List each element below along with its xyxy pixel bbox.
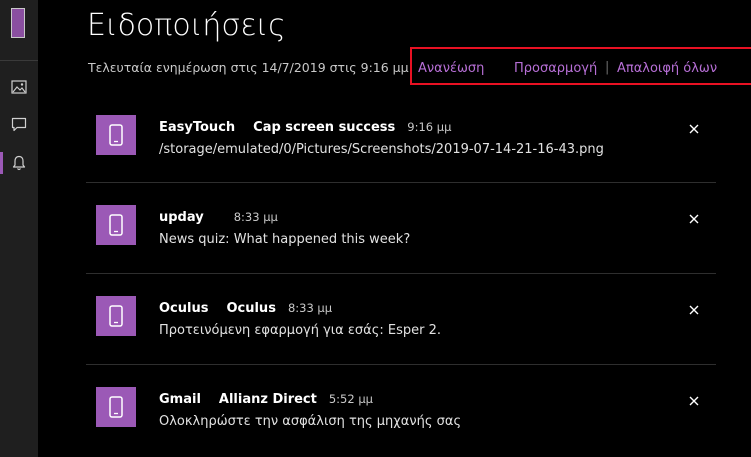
dismiss-button[interactable] [684, 209, 704, 229]
phone-icon [96, 205, 136, 245]
dismiss-button[interactable] [684, 119, 704, 139]
notification-time: 8:33 μμ [233, 210, 278, 224]
notification-item[interactable]: Oculus Oculus 8:33 μμ Προτεινόμενη εφαρμογ… [86, 284, 716, 366]
notification-body: Ολοκληρώστε την ασφάλιση της μηχανής σας [159, 414, 462, 429]
notification-divider [86, 364, 716, 365]
action-bar: Ανανέωση Προσαρμογή | Απαλοιφή όλων [410, 47, 751, 85]
phone-icon [96, 115, 136, 155]
close-icon [689, 214, 699, 224]
notification-time: 8:33 μμ [287, 301, 333, 315]
page-title: Ειδοποιήσεις [87, 8, 286, 43]
notification-header: EasyTouch Cap screen success 9:16 μμ [159, 120, 451, 135]
notification-item[interactable]: EasyTouch Cap screen success 9:16 μμ /stor… [86, 103, 716, 185]
phone-icon [96, 387, 136, 427]
close-icon [689, 124, 699, 134]
notification-app-name: EasyTouch [159, 120, 236, 135]
dismiss-button[interactable] [684, 391, 704, 411]
notification-app-name: Oculus [159, 301, 209, 316]
notification-title: Allianz Direct [218, 392, 317, 407]
notification-item[interactable]: upday 8:33 μμ News quiz: What happened th… [86, 193, 716, 275]
notification-divider [86, 273, 716, 274]
notification-body: /storage/emulated/0/Pictures/Screenshots… [159, 142, 604, 157]
rail-item-photos[interactable] [0, 72, 38, 102]
last-updated-text: Τελευταία ενημέρωση στις 14/7/2019 στις … [88, 60, 409, 75]
notification-body: News quiz: What happened this week? [159, 232, 411, 247]
notification-body: Προτεινόμενη εφαρμογή για εσάς: Esper 2. [159, 323, 441, 338]
notification-header: Gmail Allianz Direct 5:52 μμ [159, 392, 373, 407]
messages-icon [11, 117, 27, 131]
notification-time: 9:16 μμ [407, 120, 452, 134]
notification-title: Oculus [226, 301, 276, 316]
rail-item-messages[interactable] [0, 109, 38, 139]
notification-title: Cap screen success [253, 120, 396, 135]
notification-header: upday 8:33 μμ [159, 210, 278, 225]
close-icon [689, 396, 699, 406]
nav-rail [0, 0, 38, 457]
device-icon[interactable] [11, 8, 25, 38]
notification-app-name: upday [159, 210, 204, 225]
notification-time: 5:52 μμ [328, 392, 373, 406]
notification-item[interactable]: Gmail Allianz Direct 5:52 μμ Ολοκληρώστε τ… [86, 375, 716, 457]
clear-all-button[interactable]: Απαλοιφή όλων [617, 61, 717, 76]
notification-header: Oculus Oculus 8:33 μμ [159, 301, 332, 316]
rail-divider [0, 60, 38, 61]
customize-button[interactable]: Προσαρμογή [514, 61, 597, 76]
rail-item-notifications[interactable] [0, 148, 38, 178]
main-panel: Ειδοποιήσεις Τελευταία ενημέρωση στις 14… [38, 0, 751, 457]
dismiss-button[interactable] [684, 300, 704, 320]
refresh-button[interactable]: Ανανέωση [418, 61, 484, 76]
notification-divider [86, 182, 716, 183]
photos-icon [11, 80, 27, 94]
phone-icon [96, 296, 136, 336]
notifications-icon [12, 155, 26, 171]
close-icon [689, 305, 699, 315]
action-separator: | [605, 60, 610, 75]
notification-app-name: Gmail [159, 392, 201, 407]
